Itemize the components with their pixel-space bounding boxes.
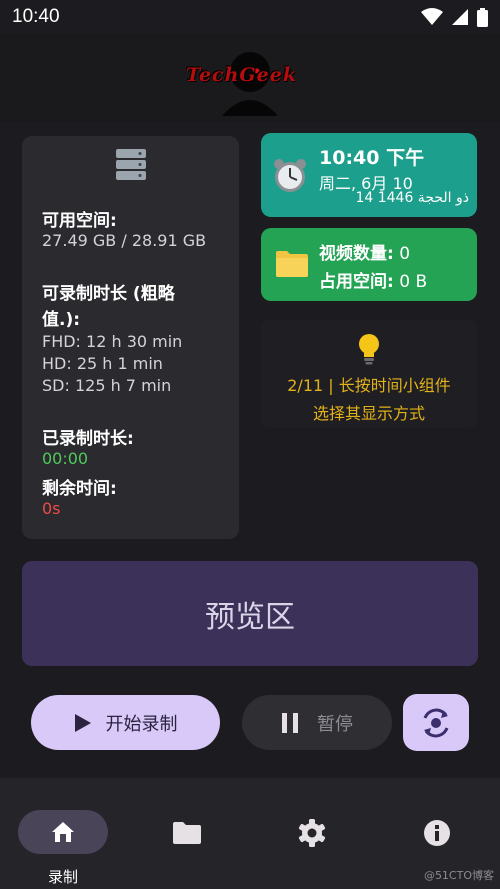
used-space-value: 0 B [399,272,428,292]
fhd-duration: FHD: 12 h 30 min [42,332,183,351]
nav-label-record: 录制 [47,868,78,886]
remaining-time-value: 0s [42,499,61,518]
home-icon [52,822,74,842]
recorded-duration-label: 已录制时长: [42,429,134,449]
used-space-row: 占用空间: 0 B [319,267,427,292]
clock-hijri-date: 14 ذو الحجة 1446 [355,190,469,206]
bottom-navigation: 录制 @51CTO博客 [0,778,500,889]
clock-widget[interactable]: 10:40 下午 周二, 6月 10 14 ذو الحجة 1446 [261,133,477,217]
wifi-icon [421,8,443,25]
logo-text: TechGeek [186,64,297,86]
alarm-clock-icon [274,159,306,192]
tip-line-2: 选择其显示方式 [312,404,425,423]
record-duration-label: 可录制时长 (粗略 [42,284,175,304]
storage-card: 可用空间: 27.49 GB / 28.91 GB 可录制时长 (粗略 值.):… [22,136,239,539]
screen: 10:40 TechGeek 可用空间: 27.49 GB / 28.91 GB… [0,0,500,889]
video-count-value: 0 [399,244,411,264]
signal-icon [452,9,468,25]
battery-icon [477,7,488,27]
folder-icon [173,822,201,844]
remaining-time-label: 剩余时间: [42,479,117,499]
pause-icon [282,712,298,733]
play-icon [74,713,91,732]
preview-area[interactable]: 预览区 [22,561,478,666]
preview-label: 预览区 [205,599,295,635]
gear-icon [298,819,326,847]
app-header: TechGeek [0,34,500,122]
pause-label: 暂停 [317,713,353,735]
info-icon [424,820,450,846]
files-widget[interactable]: 视频数量: 0 占用空间: 0 B [261,228,477,301]
nav-item-files[interactable] [137,794,237,874]
database-icon [116,149,146,180]
available-space-value: 27.49 GB / 28.91 GB [42,231,207,250]
status-icons [421,7,488,27]
watermark: @51CTO博客 [423,869,494,882]
hd-duration: HD: 25 h 1 min [42,354,163,373]
status-time: 10:40 [12,6,60,27]
sd-duration: SD: 125 h 7 min [42,376,172,395]
nav-item-about[interactable] [387,794,487,874]
switch-camera-icon [423,708,449,737]
status-bar: 10:40 [0,0,500,34]
tip-area: 2/11 | 长按时间小组件 选择其显示方式 [261,320,477,428]
nav-item-record[interactable]: 录制 [0,794,126,886]
folder-icon [276,251,308,277]
record-duration-label-cont: 值.): [42,310,81,330]
nav-item-settings[interactable] [262,794,362,874]
clock-time: 10:40 下午 [319,147,425,169]
pause-button[interactable]: 暂停 [242,695,392,750]
start-recording-label: 开始录制 [105,713,178,735]
video-count-label: 视频数量: [319,244,394,264]
start-recording-button[interactable]: 开始录制 [31,695,220,750]
app-logo: TechGeek [186,44,316,116]
video-count-row: 视频数量: 0 [319,239,410,264]
used-space-label: 占用空间: [319,272,394,292]
lightbulb-icon [359,334,379,365]
recorded-duration-value: 00:00 [42,449,89,468]
switch-camera-button[interactable] [403,694,469,751]
tip-line-1: 2/11 | 长按时间小组件 [287,376,451,395]
available-space-label: 可用空间: [42,211,117,231]
